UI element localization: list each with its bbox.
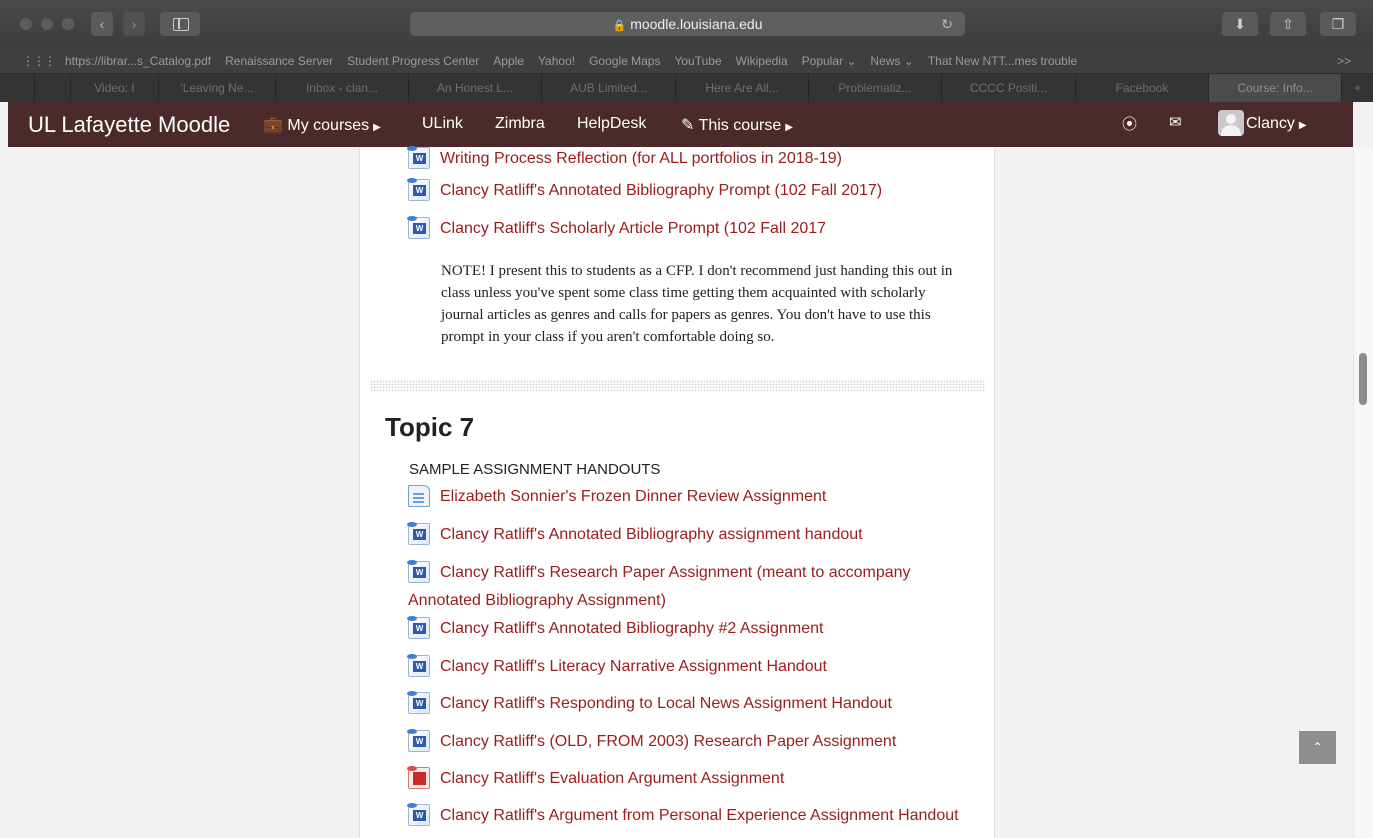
word-doc-icon	[407, 803, 430, 826]
tab-item[interactable]: Video: I	[70, 74, 158, 102]
tab-bar: Video: I 'Leaving Ne... Inbox - clan... …	[0, 74, 1373, 102]
book-icon: ✎	[681, 117, 695, 134]
scrollbar-thumb[interactable]	[1359, 353, 1367, 405]
word-doc-icon	[407, 729, 430, 752]
document-icon	[408, 485, 430, 507]
word-doc-icon	[407, 146, 430, 169]
word-doc-icon	[407, 178, 430, 201]
activity-link[interactable]: Clancy Ratliff's Argument from Personal …	[440, 807, 959, 825]
activity-link[interactable]: Elizabeth Sonnier's Frozen Dinner Review…	[440, 488, 826, 506]
word-doc-icon	[407, 560, 430, 583]
new-tab-icon[interactable]: +	[1341, 74, 1373, 102]
activity-link[interactable]: Clancy Ratliff's Annotated Bibliography …	[440, 182, 882, 200]
tab-item[interactable]: Facebook	[1075, 74, 1208, 102]
bookmark-item[interactable]: https://librar...s_Catalog.pdf	[65, 54, 211, 68]
activity-link[interactable]: Clancy Ratliff's Scholarly Article Promp…	[440, 220, 826, 238]
word-doc-icon	[407, 616, 430, 639]
site-brand[interactable]: UL Lafayette Moodle	[28, 112, 230, 138]
sidebar-toggle-icon[interactable]	[160, 12, 200, 36]
tab-item[interactable]: Here Are All...	[675, 74, 808, 102]
caret-right-icon: ▶	[373, 122, 381, 133]
word-doc-icon	[407, 691, 430, 714]
tab-blank[interactable]	[34, 74, 70, 102]
word-doc-icon	[407, 216, 430, 239]
page-scrollbar[interactable]	[1353, 147, 1373, 838]
address-bar[interactable]: 🔒 moodle.louisiana.edu ↻	[410, 12, 965, 36]
bookmark-item[interactable]: Apple	[493, 54, 524, 68]
tab-item[interactable]: 'Leaving Ne...	[158, 74, 275, 102]
user-name: Clancy	[1246, 115, 1295, 132]
messages-icon[interactable]: ✉	[1169, 113, 1182, 131]
bookmark-item[interactable]: That New NTT...mes trouble	[928, 54, 1077, 68]
this-course-label: This course	[698, 117, 782, 134]
bookmarks-bar: ⋮⋮⋮ https://librar...s_Catalog.pdf Renaiss…	[0, 48, 1373, 74]
zimbra-link[interactable]: Zimbra	[495, 115, 545, 133]
tab-item[interactable]: Problematiz...	[808, 74, 941, 102]
reload-icon[interactable]: ↻	[941, 12, 953, 36]
activity-link[interactable]: Clancy Ratliff's Literacy Narrative Assi…	[440, 658, 827, 676]
bookmark-item[interactable]: Student Progress Center	[347, 54, 479, 68]
bookmark-item[interactable]: Renaissance Server	[225, 54, 333, 68]
bookmark-item[interactable]: Yahoo!	[538, 54, 575, 68]
section-title: Topic 7	[385, 412, 475, 442]
caret-right-icon: ▶	[1298, 120, 1307, 131]
maximize-window-icon[interactable]	[62, 18, 74, 30]
briefcase-icon: 💼	[263, 117, 283, 134]
tab-overview-icon[interactable]: ❐	[1320, 12, 1356, 36]
section-divider	[370, 380, 985, 392]
tab-item[interactable]: CCCC Positi...	[941, 74, 1075, 102]
bookmark-item[interactable]: Popular ⌄	[802, 54, 857, 68]
bookmark-item[interactable]: YouTube	[674, 54, 721, 68]
activity-link[interactable]: Clancy Ratliff's (OLD, FROM 2003) Resear…	[440, 733, 896, 751]
downloads-icon[interactable]: ⬇	[1222, 12, 1258, 36]
apps-grid-icon[interactable]: ⋮⋮⋮	[22, 54, 56, 68]
pdf-icon	[407, 766, 430, 789]
lock-icon: 🔒	[612, 20, 627, 32]
page-background: Writing Process Reflection (for ALL port…	[8, 146, 1353, 838]
activity-link[interactable]: Clancy Ratliff's Research Paper Assignme…	[440, 564, 911, 582]
activity-link-continued[interactable]: Annotated Bibliography Assignment)	[408, 590, 948, 611]
my-courses-menu[interactable]: 💼 My courses ▶	[263, 115, 381, 135]
share-icon[interactable]: ⇧	[1270, 12, 1306, 36]
word-doc-icon	[407, 654, 430, 677]
activity-description: NOTE! I present this to students as a CF…	[441, 263, 953, 345]
bookmarks-overflow-icon[interactable]: >>	[1337, 48, 1351, 74]
my-courses-label: My courses	[287, 117, 370, 134]
bookmark-item[interactable]: News ⌄	[870, 54, 913, 68]
word-doc-icon	[407, 522, 430, 545]
activity-link[interactable]: Clancy Ratliff's Annotated Bibliography …	[440, 620, 823, 638]
back-icon[interactable]: ‹	[91, 12, 113, 36]
back-to-top-button[interactable]: ⌃	[1299, 731, 1336, 764]
chevron-up-icon: ⌃	[1312, 740, 1323, 754]
forward-icon[interactable]: ›	[123, 12, 145, 36]
close-window-icon[interactable]	[20, 18, 32, 30]
bookmark-item[interactable]: Google Maps	[589, 54, 660, 68]
minimize-window-icon[interactable]	[41, 18, 53, 30]
activity-link[interactable]: Clancy Ratliff's Responding to Local New…	[440, 695, 892, 713]
moodle-navbar: UL Lafayette Moodle 💼 My courses ▶ ULink …	[8, 102, 1353, 147]
section-label: SAMPLE ASSIGNMENT HANDOUTS	[409, 461, 661, 478]
ulink-link[interactable]: ULink	[422, 115, 463, 133]
user-menu[interactable]: Clancy ▶	[1246, 115, 1307, 133]
tab-item-active[interactable]: Course: Info...	[1208, 74, 1341, 102]
course-content: Writing Process Reflection (for ALL port…	[359, 146, 995, 838]
browser-titlebar: ‹ › 🔒 moodle.louisiana.edu ↻ ⬇ ⇧ ❐	[0, 0, 1373, 48]
avatar[interactable]	[1218, 110, 1244, 136]
activity-link[interactable]: Writing Process Reflection (for ALL port…	[440, 150, 842, 168]
activity-link[interactable]: Clancy Ratliff's Evaluation Argument Ass…	[440, 770, 784, 788]
tab-item[interactable]: AUB Limited...	[541, 74, 675, 102]
this-course-menu[interactable]: ✎ This course ▶	[681, 115, 793, 135]
activity-link[interactable]: Clancy Ratliff's Annotated Bibliography …	[440, 526, 863, 544]
download-circle-icon[interactable]: ⦿	[1122, 113, 1137, 134]
tab-item[interactable]: An Honest L...	[408, 74, 541, 102]
browser-chrome: ‹ › 🔒 moodle.louisiana.edu ↻ ⬇ ⇧ ❐ ⋮⋮⋮ htt…	[0, 0, 1373, 102]
caret-right-icon: ▶	[785, 122, 793, 133]
bookmark-item[interactable]: Wikipedia	[736, 54, 788, 68]
url-text: moodle.louisiana.edu	[630, 16, 763, 32]
tab-item[interactable]: Inbox - clan...	[275, 74, 408, 102]
helpdesk-link[interactable]: HelpDesk	[577, 115, 646, 133]
